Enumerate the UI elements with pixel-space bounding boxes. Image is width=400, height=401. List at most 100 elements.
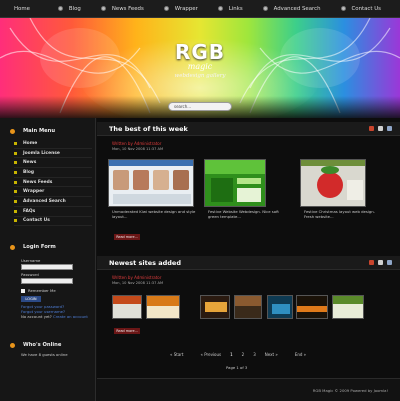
article-author: Written by Administrator — [112, 275, 162, 280]
pager-page-3[interactable]: 3 — [253, 352, 256, 357]
username-field[interactable] — [21, 264, 73, 270]
read-more-button[interactable]: Read more... — [114, 234, 140, 240]
pager-page-2[interactable]: 2 — [242, 352, 245, 357]
login-form: Username Password Remember Me LOGIN Forg… — [21, 256, 91, 319]
bullet-icon — [100, 6, 106, 11]
email-icon[interactable] — [387, 126, 392, 131]
article-date: Mon, 10 Nov 2008 11:37 AM — [112, 147, 164, 151]
password-field[interactable] — [21, 278, 73, 284]
nav-item-label: Advanced Search — [273, 5, 321, 12]
menu-item-label: Home — [23, 140, 38, 146]
register-link[interactable]: Create an account — [53, 314, 88, 319]
main-menu: Home Joomla License News Blog News Feeds… — [14, 139, 92, 227]
remember-me-checkbox[interactable] — [21, 288, 25, 293]
square-bullet-icon — [14, 190, 17, 194]
site-thumbnail[interactable] — [332, 295, 364, 319]
pager-start[interactable]: « Start — [170, 352, 184, 357]
menu-item-advanced-search[interactable]: Advanced Search — [14, 197, 92, 207]
caption-kiwi: Unmoderated Kiwi website design and styl… — [112, 209, 196, 219]
site-thumbnail[interactable] — [234, 295, 262, 319]
menu-item-label: FAQs — [23, 208, 36, 214]
square-bullet-icon — [14, 219, 17, 223]
square-bullet-icon — [14, 151, 17, 155]
nav-item-news-feeds[interactable]: News Feeds — [95, 0, 150, 18]
pager-next[interactable]: Next » — [265, 352, 278, 357]
pagination: « Start « Previous 1 2 3 Next » End » — [170, 352, 306, 357]
caption-green: Festive Website Webdesign. Nice soft gre… — [208, 209, 279, 219]
article-author: Written by Administrator — [112, 141, 162, 146]
menu-item-label: News — [23, 160, 37, 166]
pager-previous[interactable]: « Previous — [201, 352, 222, 357]
whos-online-title: Who's Online — [10, 342, 61, 348]
print-icon[interactable] — [378, 126, 383, 131]
email-icon[interactable] — [387, 260, 392, 265]
caption-christmas: Festive Christmas layout web design. Fre… — [304, 209, 375, 219]
pdf-icon[interactable] — [369, 260, 374, 265]
read-more-button[interactable]: Read more... — [114, 328, 140, 334]
section-title: Newest sites added — [109, 259, 181, 267]
square-bullet-icon — [14, 209, 17, 213]
thumbnail-christmas[interactable] — [300, 159, 366, 207]
site-thumbnail[interactable] — [146, 295, 180, 319]
site-thumbnail[interactable] — [267, 295, 293, 319]
pdf-icon[interactable] — [369, 126, 374, 131]
logo-tagline: webdesign gallery — [174, 73, 226, 79]
bullet-icon — [340, 6, 346, 11]
nav-item-home[interactable]: Home — [0, 0, 36, 18]
username-label: Username — [21, 258, 41, 263]
thumbnail-kiwi[interactable] — [108, 159, 194, 207]
main-menu-title-label: Main Menu — [23, 128, 56, 134]
menu-item-joomla-license[interactable]: Joomla License — [14, 149, 92, 159]
remember-me: Remember Me — [21, 288, 91, 293]
menu-item-news-feeds[interactable]: News Feeds — [14, 178, 92, 188]
newest-sites-header: Newest sites added — [97, 256, 400, 270]
footer-text: RGB Magic © 2009 Powered by Joomla! — [312, 388, 388, 393]
remember-me-label: Remember Me — [28, 288, 56, 293]
menu-item-home[interactable]: Home — [14, 139, 92, 149]
section-title: The best of this week — [109, 125, 188, 133]
square-bullet-icon — [14, 141, 17, 145]
menu-item-label: News Feeds — [23, 179, 53, 185]
menu-item-wrapper[interactable]: Wrapper — [14, 187, 92, 198]
logo-title: RGB — [174, 40, 226, 64]
thumbnail-green[interactable] — [204, 159, 266, 207]
login-form-title-label: Login Form — [23, 244, 56, 250]
bullet-icon — [163, 6, 169, 11]
site-thumbnail[interactable] — [200, 295, 230, 319]
logo-subtitle: magic — [187, 62, 213, 71]
nav-item-links[interactable]: Links — [212, 0, 249, 18]
bullet-icon — [57, 6, 63, 11]
top-navigation: Home Blog News Feeds Wrapper Links Advan… — [0, 0, 400, 18]
bullet-icon — [262, 6, 268, 11]
menu-item-label: Blog — [23, 169, 35, 175]
login-button[interactable]: LOGIN — [21, 296, 41, 302]
square-bullet-icon — [14, 199, 17, 203]
nav-item-advanced-search[interactable]: Advanced Search — [257, 0, 327, 18]
article-icons — [369, 126, 392, 131]
menu-item-blog[interactable]: Blog — [14, 168, 92, 178]
nav-item-label: Wrapper — [174, 5, 198, 12]
main-menu-title: Main Menu — [10, 128, 55, 134]
footer: RGB Magic © 2009 Powered by Joomla! — [97, 378, 400, 401]
search-input[interactable]: search... — [168, 102, 232, 111]
article-date: Mon, 10 Nov 2008 11:37 AM — [112, 281, 164, 285]
menu-item-label: Wrapper — [23, 189, 45, 195]
best-of-week-header: The best of this week — [97, 122, 400, 136]
menu-item-contact-us[interactable]: Contact Us — [14, 217, 92, 227]
nav-item-blog[interactable]: Blog — [52, 0, 87, 18]
bullet-icon — [10, 244, 15, 250]
nav-item-contact-us[interactable]: Contact Us — [335, 0, 387, 18]
pager-page-1[interactable]: 1 — [230, 352, 233, 357]
site-logo[interactable]: RGB magic webdesign gallery — [160, 40, 240, 79]
nav-item-label: News Feeds — [111, 5, 144, 12]
bullet-icon — [10, 128, 15, 134]
nav-item-label: Links — [228, 5, 243, 12]
nav-item-label: Contact Us — [351, 5, 381, 12]
menu-item-news[interactable]: News — [14, 158, 92, 169]
site-thumbnail[interactable] — [112, 295, 142, 319]
nav-item-wrapper[interactable]: Wrapper — [158, 0, 204, 18]
site-thumbnail[interactable] — [296, 295, 328, 319]
print-icon[interactable] — [378, 260, 383, 265]
pager-end[interactable]: End » — [295, 352, 306, 357]
menu-item-faqs[interactable]: FAQs — [14, 207, 92, 217]
